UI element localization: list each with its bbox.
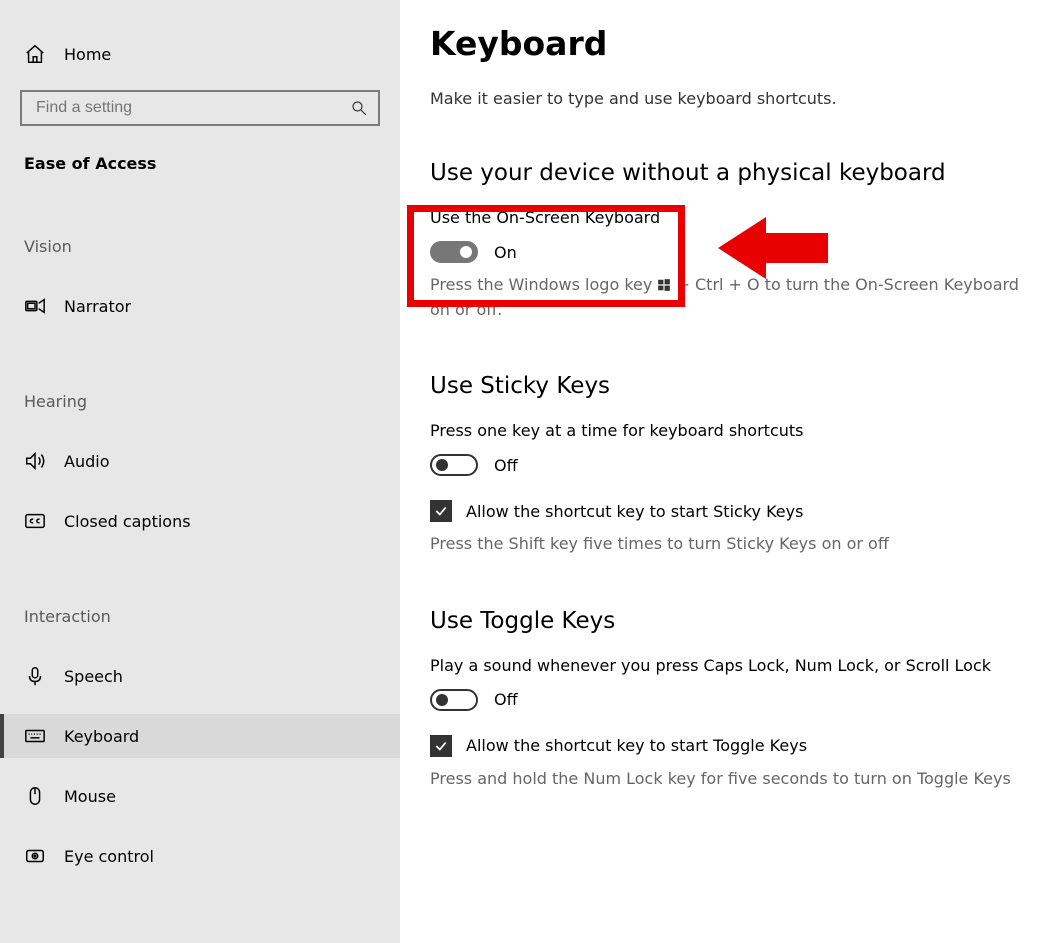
home-label: Home: [64, 45, 111, 64]
toggle-section-title: Use Toggle Keys: [430, 608, 1022, 634]
mouse-icon: [24, 785, 46, 807]
group-hearing-label: Hearing: [0, 392, 400, 411]
sidebar-item-speech[interactable]: Speech: [0, 654, 400, 698]
sticky-checkbox-label: Allow the shortcut key to start Sticky K…: [466, 502, 803, 521]
audio-icon: [24, 450, 46, 472]
osk-help: Press the Windows logo key + Ctrl + O to…: [430, 273, 1022, 321]
osk-section-title: Use your device without a physical keybo…: [430, 160, 1022, 186]
sidebar-item-label: Closed captions: [64, 512, 191, 531]
sidebar-item-label: Speech: [64, 667, 123, 686]
sidebar-item-label: Narrator: [64, 297, 131, 316]
sidebar-item-narrator[interactable]: Narrator: [0, 284, 400, 328]
toggle-label: Play a sound whenever you press Caps Loc…: [430, 656, 1022, 675]
eye-icon: [24, 845, 46, 867]
sticky-section-title: Use Sticky Keys: [430, 373, 1022, 399]
home-icon: [24, 43, 46, 65]
category-title: Ease of Access: [0, 148, 400, 173]
sidebar-item-keyboard[interactable]: Keyboard: [0, 714, 400, 758]
windows-logo-icon: [657, 275, 671, 298]
group-vision-label: Vision: [0, 237, 400, 256]
search-box[interactable]: [20, 90, 380, 126]
togglekeys-help: Press and hold the Num Lock key for five…: [430, 767, 1022, 790]
sidebar-item-label: Keyboard: [64, 727, 139, 746]
page-description: Make it easier to type and use keyboard …: [430, 89, 1022, 108]
sidebar-item-closed-captions[interactable]: Closed captions: [0, 499, 400, 543]
sticky-shortcut-checkbox[interactable]: [430, 500, 452, 522]
togglekeys-toggle-state: Off: [494, 690, 518, 709]
sidebar-item-mouse[interactable]: Mouse: [0, 774, 400, 818]
osk-toggle-state: On: [494, 243, 517, 262]
togglekeys-checkbox-label: Allow the shortcut key to start Toggle K…: [466, 736, 807, 755]
page-title: Keyboard: [430, 24, 1022, 63]
sidebar: Home Ease of Access Vision Narrator Hear…: [0, 0, 400, 943]
cc-icon: [24, 510, 46, 532]
sidebar-item-eye-control[interactable]: Eye control: [0, 834, 400, 878]
togglekeys-toggle[interactable]: [430, 689, 478, 711]
keyboard-icon: [24, 725, 46, 747]
togglekeys-shortcut-checkbox[interactable]: [430, 735, 452, 757]
sticky-toggle[interactable]: [430, 454, 478, 476]
sidebar-item-audio[interactable]: Audio: [0, 439, 400, 483]
mic-icon: [24, 665, 46, 687]
sidebar-item-label: Mouse: [64, 787, 116, 806]
search-icon: [350, 99, 368, 117]
osk-label: Use the On-Screen Keyboard: [430, 208, 1022, 227]
group-interaction-label: Interaction: [0, 607, 400, 626]
sticky-help: Press the Shift key five times to turn S…: [430, 532, 1022, 555]
narrator-icon: [24, 295, 46, 317]
sidebar-item-label: Eye control: [64, 847, 154, 866]
home-link[interactable]: Home: [0, 32, 400, 76]
sidebar-item-label: Audio: [64, 452, 109, 471]
main-panel: Keyboard Make it easier to type and use …: [400, 0, 1048, 943]
osk-toggle[interactable]: [430, 241, 478, 263]
search-input[interactable]: [34, 98, 350, 118]
sticky-toggle-state: Off: [494, 456, 518, 475]
sticky-label: Press one key at a time for keyboard sho…: [430, 421, 1022, 440]
